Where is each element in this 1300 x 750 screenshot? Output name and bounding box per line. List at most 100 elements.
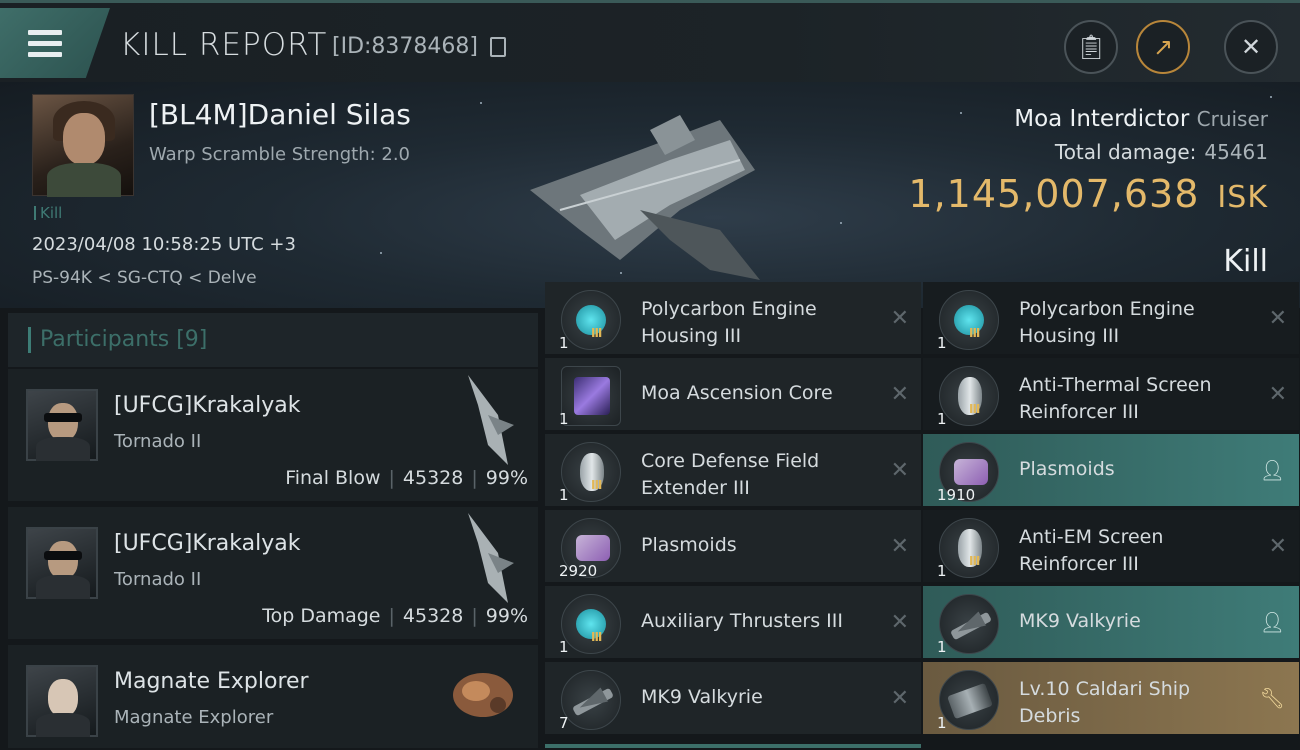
stat-damage: 45328: [402, 605, 464, 627]
participant-stat: Final Blow | 45328 | 99%: [285, 467, 528, 489]
participant-ship-icon: [453, 673, 513, 717]
participant-avatar: [26, 527, 98, 599]
destroyed-icon[interactable]: ✕: [891, 686, 909, 711]
item-name: MK9 Valkyrie: [641, 686, 763, 708]
copy-id-icon[interactable]: [490, 37, 506, 57]
participant-ship: Tornado II: [114, 431, 202, 452]
item-row[interactable]: 1 MK9 Valkyrie 👤︎: [923, 586, 1299, 660]
victim-name[interactable]: [BL4M]Daniel Silas: [149, 98, 411, 131]
item-name: Plasmoids: [641, 534, 737, 556]
module-icon: [939, 290, 999, 350]
item-quantity: 1: [937, 334, 947, 352]
item-row[interactable]: III 1 Anti-EM Screen Reinforcer III ✕: [923, 510, 1299, 584]
close-button[interactable]: ✕: [1224, 20, 1278, 74]
tech-level: III: [969, 554, 980, 568]
module-icon: [561, 290, 621, 350]
total-damage: Total damage: 45461: [1055, 140, 1268, 164]
destroyed-icon[interactable]: ✕: [891, 534, 909, 559]
item-name: Anti-Thermal Screen: [1019, 374, 1212, 396]
menu-button[interactable]: [0, 8, 110, 78]
item-row[interactable]: 1910 Plasmoids 👤︎: [923, 434, 1299, 508]
kill-timestamp: 2023/04/08 10:58:25 UTC +3: [32, 234, 296, 255]
participant-name: Magnate Explorer: [114, 669, 309, 694]
page-title: KILL REPORT: [120, 27, 328, 63]
result-label: Kill: [1223, 244, 1268, 279]
participants-title: Participants [9]: [40, 327, 208, 352]
hamburger-icon: [28, 30, 62, 58]
close-icon: ✕: [1240, 33, 1262, 61]
share-button[interactable]: ↗: [1136, 20, 1190, 74]
destroyed-icon[interactable]: ✕: [891, 306, 909, 331]
ship-class: Cruiser: [1196, 107, 1268, 131]
kill-location[interactable]: PS-94K < SG-CTQ < Delve: [32, 268, 257, 288]
dropped-icon[interactable]: 👤︎: [1260, 458, 1285, 482]
item-name: Auxiliary Thrusters III: [641, 610, 843, 632]
item-name-line2: Housing III: [641, 325, 742, 347]
victim-subtitle: Warp Scramble Strength: 2.0: [149, 144, 411, 165]
participant-name: [UFCG]Krakalyak: [114, 531, 301, 556]
item-name: Plasmoids: [1019, 458, 1115, 480]
item-quantity: 1: [937, 638, 947, 656]
tech-level: III: [591, 326, 602, 340]
item-quantity: 1: [937, 562, 947, 580]
clipboard-button[interactable]: 📋︎: [1064, 20, 1118, 74]
item-row[interactable]: 1 Lv.10 Caldari Ship Debris 🔧︎: [923, 662, 1299, 736]
item-row[interactable]: III 1 Auxiliary Thrusters III ✕: [545, 586, 921, 660]
item-row[interactable]: III 1 Core Defense Field Extender III ✕: [545, 434, 921, 508]
item-row[interactable]: III 1 Anti-Thermal Screen Reinforcer III ✕: [923, 358, 1299, 432]
share-icon: ↗: [1152, 33, 1174, 61]
stat-percent: 99%: [485, 467, 528, 489]
item-row[interactable]: 1 Moa Ascension Core ✕: [545, 358, 921, 432]
victim-ship[interactable]: Moa Interdictor Cruiser: [1014, 106, 1268, 132]
item-name: Anti-EM Screen: [1019, 526, 1164, 548]
isk-unit: ISK: [1217, 180, 1268, 215]
item-row[interactable]: 7 MK9 Valkyrie ✕: [545, 662, 921, 736]
participant-row[interactable]: [UFCG]Krakalyak Tornado II Top Damage | 45…: [8, 507, 538, 641]
ship-name-text: Moa Interdictor: [1014, 106, 1190, 132]
destroyed-icon[interactable]: ✕: [1269, 382, 1287, 407]
item-name: Core Defense Field: [641, 450, 820, 472]
tech-level: III: [591, 478, 602, 492]
destroyed-icon[interactable]: ✕: [891, 382, 909, 407]
item-row[interactable]: III 1 Polycarbon Engine Housing III ✕: [545, 282, 921, 356]
debris-icon: [939, 670, 999, 730]
stat-label: Final Blow: [285, 467, 381, 489]
damage-value: 45461: [1204, 140, 1268, 164]
participants-header: Participants [9]: [8, 313, 538, 367]
destroyed-icon[interactable]: ✕: [1269, 534, 1287, 559]
item-quantity: 1: [937, 714, 947, 732]
participant-row[interactable]: Magnate Explorer Magnate Explorer: [8, 645, 538, 750]
victim-avatar[interactable]: [32, 94, 134, 197]
item-name-line2: Extender III: [641, 477, 750, 499]
salvage-icon[interactable]: 🔧︎: [1260, 686, 1285, 710]
item-row[interactable]: III 1 Polycarbon Engine Housing III ✕: [923, 282, 1299, 356]
item-name-line2: Reinforcer III: [1019, 553, 1139, 575]
tech-level: III: [969, 402, 980, 416]
clipboard-icon: 📋︎: [1075, 33, 1107, 61]
top-bar: KILL REPORT [ID:8378468] 📋︎ ↗ ✕: [0, 0, 1300, 82]
isk-amount: 1,145,007,638: [908, 172, 1200, 216]
destroyed-icon[interactable]: ✕: [891, 610, 909, 635]
module-icon: [561, 594, 621, 654]
participant-avatar: [26, 389, 98, 461]
participant-stat: Top Damage | 45328 | 99%: [262, 605, 528, 627]
item-name: Polycarbon Engine: [1019, 298, 1195, 320]
destroyed-icon[interactable]: ✕: [891, 458, 909, 483]
core-icon: [561, 366, 621, 426]
shield-icon: [939, 518, 999, 578]
item-quantity: 1: [937, 410, 947, 428]
stat-label: Top Damage: [262, 605, 381, 627]
item-quantity: 1: [559, 334, 569, 352]
drone-icon: [561, 670, 621, 730]
item-row[interactable]: 2920 Plasmoids ✕: [545, 510, 921, 584]
tech-level: III: [591, 630, 602, 644]
participant-row[interactable]: [UFCG]Krakalyak Tornado II Final Blow | 45…: [8, 369, 538, 503]
participant-ship-icon: [468, 513, 514, 603]
dropped-icon[interactable]: 👤︎: [1260, 610, 1285, 634]
tech-level: III: [969, 326, 980, 340]
destroyed-icon[interactable]: ✕: [1269, 306, 1287, 331]
item-quantity: 7: [559, 714, 569, 732]
kill-tag: Kill: [34, 204, 62, 222]
damage-label: Total damage:: [1054, 140, 1197, 164]
item-name-line2: Debris: [1019, 705, 1081, 727]
